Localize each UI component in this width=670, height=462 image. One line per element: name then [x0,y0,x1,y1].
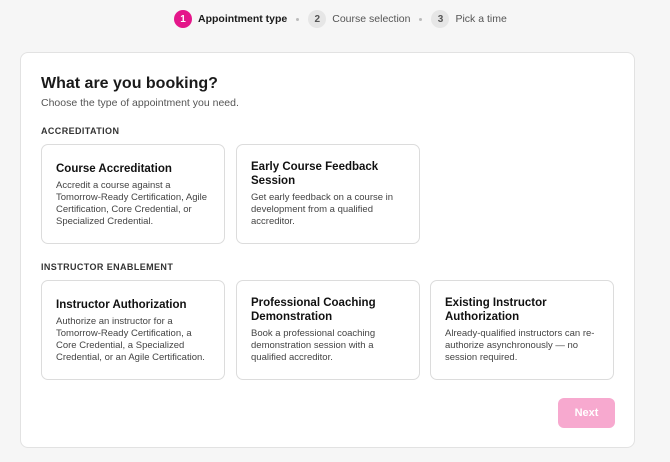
step-number: 2 [308,10,327,28]
step-separator [419,17,423,21]
section-label-instructor-enablement: INSTRUCTOR ENABLEMENT [41,262,174,272]
option-title: Existing Instructor Authorization [445,297,547,323]
progress-stepper: 1 Appointment type 2 Course selection 3 … [174,9,507,29]
option-professional-coaching-demonstration[interactable]: Professional Coaching Demonstration Book… [236,280,420,380]
next-button[interactable]: Next [558,398,615,428]
step-number: 3 [431,10,450,28]
option-instructor-authorization[interactable]: Instructor Authorization Authorize an in… [41,280,225,380]
option-description: Authorize an instructor for a Tomorrow-R… [56,316,205,363]
booking-card: What are you booking? Choose the type of… [20,52,635,448]
option-title: Early Course Feedback Session [251,161,379,187]
option-description: Get early feedback on a course in develo… [251,192,394,227]
option-course-accreditation[interactable]: Course Accreditation Accredit a course a… [41,144,225,244]
page-subtitle: Choose the type of appointment you need. [41,97,239,109]
step-separator [296,17,300,21]
step-label: Pick a time [455,13,507,25]
option-title: Instructor Authorization [56,299,187,311]
step-pick-a-time: 3 Pick a time [431,10,507,28]
step-label: Course selection [332,13,411,25]
step-number: 1 [174,10,192,28]
option-title: Course Accreditation [56,163,172,175]
option-existing-instructor-authorization[interactable]: Existing Instructor Authorization Alread… [430,280,614,380]
step-course-selection: 2 Course selection [308,10,410,28]
step-label: Appointment type [198,13,288,25]
option-early-course-feedback-session[interactable]: Early Course Feedback Session Get early … [236,144,420,244]
section-label-accreditation: ACCREDITATION [41,126,120,136]
option-description: Already-qualified instructors can re-aut… [445,328,595,363]
option-description: Accredit a course against a Tomorrow-Rea… [56,180,208,227]
option-title: Professional Coaching Demonstration [251,297,376,323]
option-description: Book a professional coaching demonstrati… [251,328,376,363]
page-title: What are you booking? [41,75,218,92]
step-appointment-type: 1 Appointment type [174,10,287,28]
